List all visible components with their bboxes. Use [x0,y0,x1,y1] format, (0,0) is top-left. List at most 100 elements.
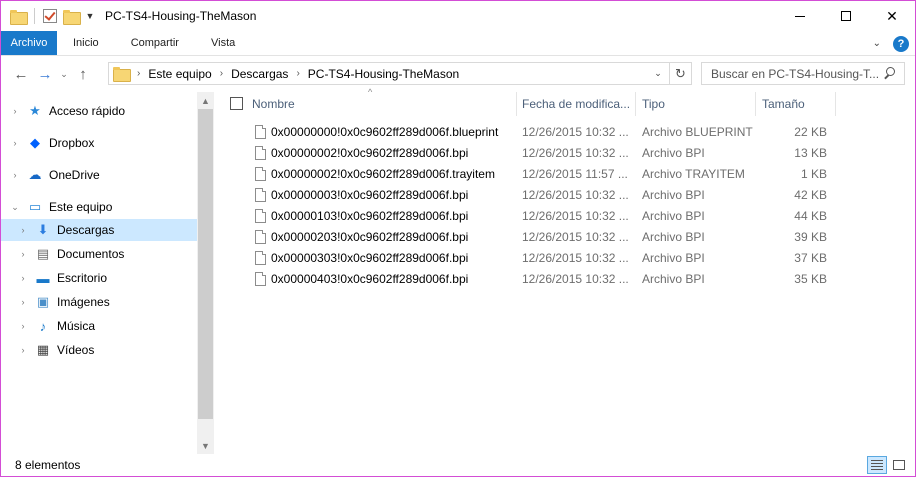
sidebar-item-label: Documentos [57,247,125,261]
recent-locations-icon[interactable]: ⌄ [57,69,71,80]
back-arrow-icon[interactable]: ← [9,66,33,83]
file-name: 0x00000103!0x0c9602ff289d006f.bpi [271,209,469,223]
file-row[interactable]: 0x00000002!0x0c9602ff289d006f.bpi 12/26/… [215,143,915,164]
customize-toolbar-icon[interactable]: ▼ [85,11,95,21]
breadcrumb-separator-icon[interactable]: › [296,68,299,79]
dropbox-icon: ◆ [30,135,40,150]
scroll-down-icon[interactable]: ▼ [197,437,214,454]
expand-chevron-icon[interactable]: › [17,297,29,307]
sidebar-item-documentos[interactable]: › ▤ Documentos [1,243,197,265]
file-type: Archivo BPI [642,146,705,160]
file-type: Archivo BPI [642,209,705,223]
file-size: 44 KB [794,209,827,223]
sidebar-item-dropbox[interactable]: › ◆ Dropbox [1,132,197,154]
refresh-icon[interactable]: ↻ [669,63,691,84]
scroll-up-icon[interactable]: ▲ [197,92,214,109]
file-name: 0x00000303!0x0c9602ff289d006f.bpi [271,251,469,265]
column-header-type[interactable]: Tipo [642,92,752,116]
sidebar-item-acceso-rapido[interactable]: › ★ Acceso rápido [1,100,197,122]
tab-vista[interactable]: Vista [195,31,251,55]
sidebar-item-descargas[interactable]: › ⬇ Descargas [1,219,197,241]
tab-inicio[interactable]: Inicio [57,31,115,55]
sidebar-item-label: Vídeos [57,343,95,357]
column-divider[interactable] [755,92,756,116]
close-icon: ✕ [886,7,898,24]
navigation-scrollbar[interactable]: ▲ ▼ [197,92,214,454]
search-input[interactable] [711,66,881,81]
search-icon[interactable] [883,67,896,80]
scrollbar-thumb[interactable] [198,109,213,419]
expand-chevron-icon[interactable]: › [9,138,21,148]
file-row[interactable]: 0x00000000!0x0c9602ff289d006f.blueprint … [215,122,915,143]
file-size: 22 KB [794,125,827,139]
maximize-button[interactable] [823,1,869,31]
details-view-button[interactable] [867,456,887,474]
sidebar-item-label: Música [57,319,96,333]
file-size: 1 KB [800,167,827,181]
navigation-pane: › ★ Acceso rápido › ◆ Dropbox › ☁ OneDri… [1,92,214,454]
column-header-date[interactable]: Fecha de modifica... [522,92,636,116]
expand-chevron-icon[interactable]: › [9,106,21,116]
expand-chevron-icon[interactable]: › [17,249,29,259]
collapse-chevron-icon[interactable]: ⌄ [9,202,21,213]
expand-chevron-icon[interactable]: › [17,321,29,331]
up-arrow-icon[interactable]: ↑ [71,66,95,83]
column-divider[interactable] [635,92,636,116]
address-dropdown-icon[interactable]: ⌄ [649,63,667,84]
sidebar-item-label: Imágenes [57,295,110,309]
file-name: 0x00000403!0x0c9602ff289d006f.bpi [271,272,469,286]
breadcrumb-current-folder[interactable]: PC-TS4-Housing-TheMason [308,67,459,81]
expand-chevron-icon[interactable]: › [17,225,29,235]
minimize-icon [795,15,805,17]
sidebar-item-escritorio[interactable]: › ▬ Escritorio [1,267,197,289]
sidebar-item-videos[interactable]: › ▦ Vídeos [1,339,197,361]
breadcrumb-descargas[interactable]: Descargas [231,67,288,81]
file-date: 12/26/2015 10:32 ... [522,188,629,202]
tab-archivo[interactable]: Archivo [1,31,57,55]
chevron-down-icon[interactable]: ⌄ [873,38,881,49]
search-box[interactable] [701,62,905,85]
sidebar-item-label: Este equipo [49,200,113,214]
maximize-icon [841,11,851,21]
file-date: 12/26/2015 10:32 ... [522,251,629,265]
file-icon [255,251,266,265]
file-row[interactable]: 0x00000003!0x0c9602ff289d006f.bpi 12/26/… [215,185,915,206]
file-row[interactable]: 0x00000002!0x0c9602ff289d006f.trayitem 1… [215,164,915,185]
tab-compartir[interactable]: Compartir [115,31,195,55]
file-name: 0x00000003!0x0c9602ff289d006f.bpi [271,188,469,202]
file-row[interactable]: 0x00000403!0x0c9602ff289d006f.bpi 12/26/… [215,269,915,290]
minimize-button[interactable] [777,1,823,31]
column-divider[interactable] [516,92,517,116]
sidebar-item-musica[interactable]: › ♪ Música [1,315,197,337]
forward-arrow-icon[interactable]: → [33,66,57,83]
video-icon: ▦ [36,342,50,357]
column-header-name[interactable]: Nombre [252,92,514,116]
folder-icon [10,9,28,25]
expand-chevron-icon[interactable]: › [9,170,21,180]
expand-chevron-icon[interactable]: › [17,345,29,355]
file-row[interactable]: 0x00000203!0x0c9602ff289d006f.bpi 12/26/… [215,227,915,248]
file-date: 12/26/2015 11:57 ... [522,167,628,181]
file-row[interactable]: 0x00000303!0x0c9602ff289d006f.bpi 12/26/… [215,248,915,269]
sidebar-item-este-equipo[interactable]: ⌄ ▭ Este equipo [1,196,197,218]
large-icons-view-button[interactable] [889,456,909,474]
breadcrumb-este-equipo[interactable]: Este equipo [148,67,211,81]
ribbon-tabs: Archivo Inicio Compartir Vista ⌄ ? [1,31,915,56]
properties-icon[interactable] [43,9,57,23]
file-size: 35 KB [794,272,827,286]
cloud-icon: ☁ [28,167,42,182]
column-divider[interactable] [835,92,836,116]
column-header-size[interactable]: Tamaño [762,92,834,116]
breadcrumb-separator-icon[interactable]: › [137,68,140,79]
address-bar[interactable]: › Este equipo › Descargas › PC-TS4-Housi… [108,62,692,85]
close-button[interactable]: ✕ [869,1,915,31]
select-all-checkbox[interactable] [230,97,243,110]
quick-access-toolbar: ▼ [1,1,95,31]
breadcrumb-separator-icon[interactable]: › [220,68,223,79]
sidebar-item-imagenes[interactable]: › ▣ Imágenes [1,291,197,313]
file-row[interactable]: 0x00000103!0x0c9602ff289d006f.bpi 12/26/… [215,206,915,227]
sidebar-item-onedrive[interactable]: › ☁ OneDrive [1,164,197,186]
help-icon[interactable]: ? [893,35,909,52]
expand-chevron-icon[interactable]: › [17,273,29,283]
new-folder-icon[interactable] [63,9,81,25]
